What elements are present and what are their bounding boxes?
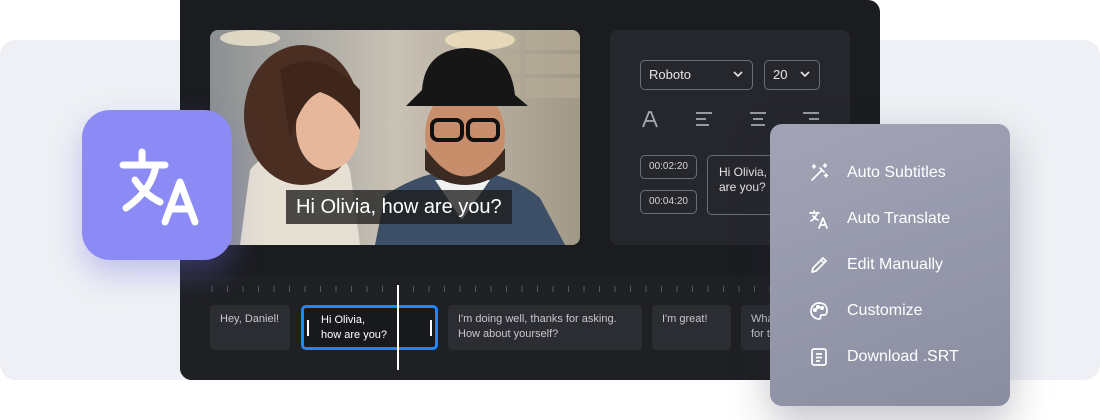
translate-app-tile — [82, 110, 232, 260]
menu-item-customize[interactable]: Customize — [808, 298, 923, 324]
clip-line2: how are you? — [321, 329, 388, 341]
clip-line2: How about yourself? — [458, 328, 559, 340]
text-color-icon[interactable] — [639, 108, 661, 130]
menu-item-label: Customize — [847, 302, 923, 319]
magic-wand-icon — [808, 162, 830, 184]
video-preview[interactable]: Hi Olivia, how are you? — [210, 30, 580, 245]
menu-item-label: Auto Translate — [847, 210, 951, 227]
menu-item-label: Auto Subtitles — [847, 164, 946, 181]
clip-line1: Hey, Daniel! — [220, 313, 280, 325]
font-family-value: Roboto — [649, 67, 691, 82]
timeline-ruler — [211, 286, 848, 292]
menu-item-edit-manually[interactable]: Edit Manually — [808, 252, 943, 278]
menu-item-auto-subtitles[interactable]: Auto Subtitles — [808, 160, 946, 186]
font-family-select[interactable]: Roboto — [640, 60, 753, 90]
timecode-end[interactable]: 00:04:20 — [640, 190, 697, 214]
clip-line1: I'm great! — [662, 313, 708, 325]
align-center-icon[interactable] — [747, 108, 769, 130]
align-left-icon[interactable] — [693, 108, 715, 130]
chevron-down-icon — [799, 61, 811, 99]
clip-trim-handle-left[interactable] — [307, 320, 309, 336]
menu-item-label: Edit Manually — [847, 256, 944, 273]
clip-trim-handle-right[interactable] — [430, 320, 432, 336]
subtitle-clip[interactable]: Hey, Daniel! — [210, 305, 290, 350]
font-size-value: 20 — [773, 67, 788, 82]
menu-item-download-srt[interactable]: Download .SRT — [808, 344, 959, 370]
chevron-down-icon — [732, 61, 744, 99]
timecode-start[interactable]: 00:02:20 — [640, 155, 697, 179]
clip-line1: I'm doing well, thanks for asking. — [458, 313, 617, 325]
translate-icon — [119, 148, 199, 226]
subtitle-clip-selected[interactable]: Hi Olivia, how are you? — [301, 305, 438, 350]
menu-item-label: Download .SRT — [847, 348, 959, 365]
pencil-icon — [808, 254, 830, 276]
font-size-select[interactable]: 20 — [764, 60, 820, 90]
subtitle-clip[interactable]: I'm great! — [652, 305, 731, 350]
palette-icon — [808, 300, 830, 322]
subtitle-clip[interactable]: I'm doing well, thanks for asking. How a… — [448, 305, 642, 350]
clip-line1: Hi Olivia, — [321, 314, 366, 326]
subtitle-actions-menu: Auto Subtitles Auto Translate Edit Manua… — [770, 124, 1010, 406]
menu-item-auto-translate[interactable]: Auto Translate — [808, 206, 950, 232]
document-icon — [808, 346, 830, 368]
translate-icon — [808, 208, 830, 230]
playhead[interactable] — [397, 285, 399, 370]
video-caption-overlay: Hi Olivia, how are you? — [286, 190, 512, 224]
